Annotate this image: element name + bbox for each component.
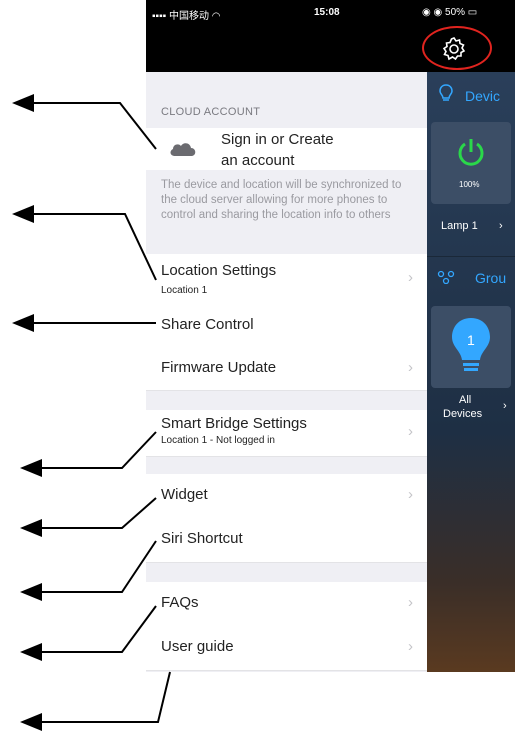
arrow-head [20,519,42,537]
arrow-line [38,671,171,723]
arrow-head [12,94,34,112]
callout-arrows [12,94,171,731]
arrow-line [30,102,157,150]
arrow-head [12,205,34,223]
arrow-head [20,713,42,731]
arrow-head [20,459,42,477]
arrow-head [20,583,42,601]
arrow-line [38,540,157,593]
arrow-head [20,643,42,661]
arrow-line [38,605,157,653]
arrow-line [38,431,157,469]
arrow-line [30,213,157,281]
arrow-line [38,497,157,529]
arrow-head [12,314,34,332]
